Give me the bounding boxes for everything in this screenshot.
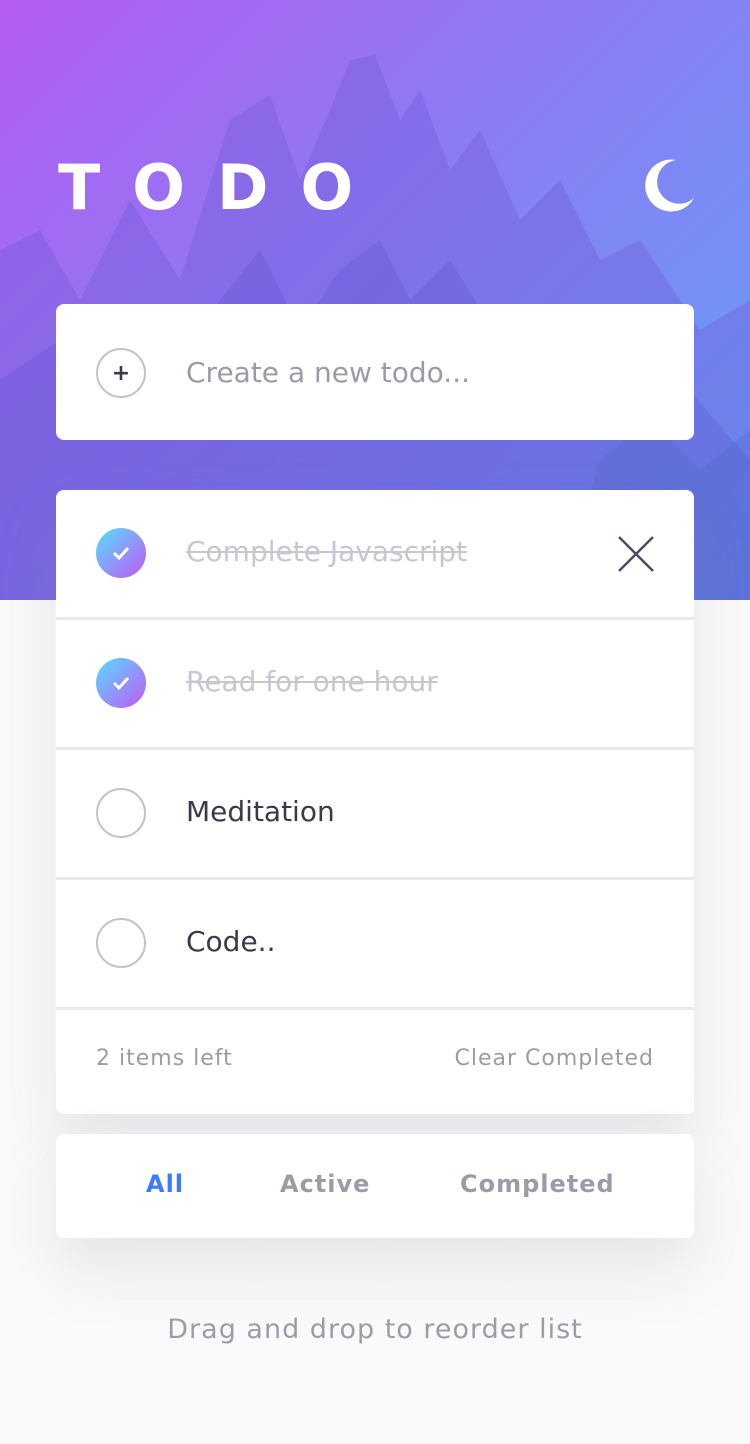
items-left-count: 2 items left (96, 1046, 233, 1071)
todo-text: Read for one hour (186, 665, 438, 698)
check-icon (112, 546, 130, 561)
new-todo-card: + (56, 304, 694, 440)
clear-completed-button[interactable]: Clear Completed (454, 1046, 654, 1071)
plus-icon[interactable]: + (96, 348, 146, 398)
todo-text: Code.. (186, 925, 276, 958)
todo-app: TODO + Complete Javascript (0, 0, 750, 1444)
todo-text: Meditation (186, 795, 335, 828)
todo-item[interactable]: Read for one hour (56, 620, 694, 750)
todo-list: Complete Javascript Read for one hour Me… (56, 490, 694, 1114)
todo-item[interactable]: Code.. (56, 880, 694, 1010)
todo-item[interactable]: Meditation (56, 750, 694, 880)
filter-bar: All Active Completed (56, 1134, 694, 1238)
moon-icon (645, 159, 694, 212)
theme-toggle-button[interactable] (636, 154, 700, 218)
app-title: TODO (58, 151, 386, 224)
check-icon (112, 676, 130, 691)
filter-all[interactable]: All (146, 1170, 184, 1198)
todo-item[interactable]: Complete Javascript (56, 490, 694, 620)
checkbox-checked[interactable] (96, 658, 146, 708)
filter-completed[interactable]: Completed (460, 1170, 615, 1198)
checkbox-unchecked[interactable] (96, 788, 146, 838)
filter-active[interactable]: Active (280, 1170, 370, 1198)
new-todo-input[interactable] (186, 342, 656, 402)
checkbox-checked[interactable] (96, 528, 146, 578)
drag-hint: Drag and drop to reorder list (167, 1314, 583, 1345)
checkbox-unchecked[interactable] (96, 918, 146, 968)
close-icon (618, 536, 654, 572)
delete-button[interactable] (616, 534, 656, 574)
list-footer: 2 items left Clear Completed (56, 1010, 694, 1114)
todo-text: Complete Javascript (186, 535, 468, 568)
